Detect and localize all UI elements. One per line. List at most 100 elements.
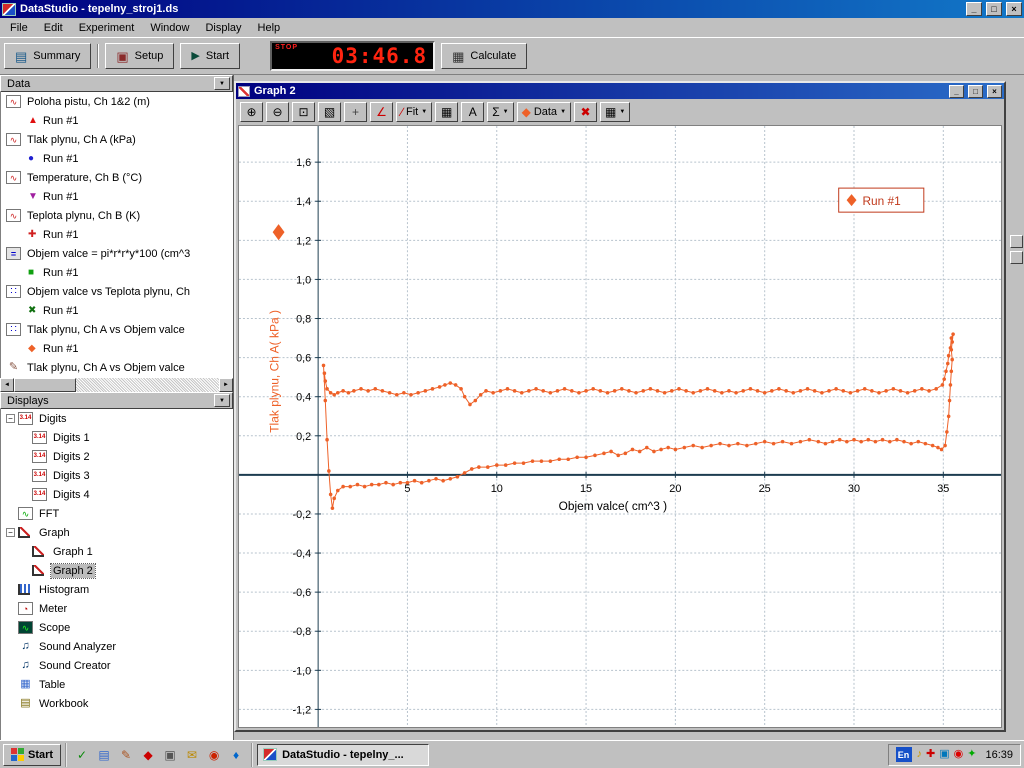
fit-menu[interactable]: ∕Fit▼ [396,102,432,122]
menu-help[interactable]: Help [250,20,289,36]
graph-window-titlebar[interactable]: Graph 2 _ □ × [236,83,1004,99]
data-item-tlak-plynu-ch-a-vs-objem-valce[interactable]: ✎Tlak plynu, Ch A vs Objem valce [1,358,233,377]
display-item-meter[interactable]: ◔Meter [1,599,233,618]
taskbar-clock[interactable]: 16:39 [981,749,1013,761]
remove-tool[interactable]: ✖ [574,102,597,122]
run-item[interactable]: ●Run #1 [1,149,233,168]
run-item[interactable]: ■Run #1 [1,263,233,282]
data-item-objem-valce-pi-r-r-y-100-cm-3[interactable]: =Objem valce = pi*r*r*y*100 (cm^3 [1,244,233,263]
display-item-histogram[interactable]: Histogram [1,580,233,599]
data-panel-menu-button[interactable]: ▼ [214,77,230,90]
quick-launch-bar: ✓▤✎◆▣✉◉♦ [65,743,253,767]
zoom-in-tool[interactable]: ⊕ [240,102,263,122]
quick-launch-icon-3[interactable]: ✎ [116,745,136,765]
run-item[interactable]: ▼Run #1 [1,187,233,206]
display-item-digits-3[interactable]: 3.14Digits 3 [1,466,233,485]
tray-icon-5[interactable]: ✦ [967,749,976,760]
scrollbar-track[interactable] [14,378,219,392]
display-item-digits-4[interactable]: 3.14Digits 4 [1,485,233,504]
graph-settings-menu[interactable]: ▦▼ [600,102,630,122]
display-item-digits-2[interactable]: 3.14Digits 2 [1,447,233,466]
mdi-area: Graph 2 _ □ × ⊕⊖⊡▧+∠∕Fit▼▦AΣ▼◆Data▼✖▦▼ 5… [234,75,1024,740]
displays-panel-menu-button[interactable]: ▼ [214,394,230,407]
tray-icon-2[interactable]: ✚ [926,749,935,760]
tray-icon-4[interactable]: ◉ [954,749,964,760]
quick-launch-icon-8[interactable]: ♦ [226,745,246,765]
svg-text:20: 20 [669,483,681,495]
data-item-teplota-plynu-ch-b-k[interactable]: ∿Teplota plynu, Ch B (K) [1,206,233,225]
scroll-right-button[interactable]: ► [219,378,233,392]
run-label: Run #1 [43,267,78,279]
menu-display[interactable]: Display [197,20,249,36]
smart-tool[interactable]: + [344,102,367,122]
zoom-select-tool[interactable]: ⊡ [292,102,315,122]
maximize-button[interactable]: □ [986,2,1002,16]
data-panel-header[interactable]: Data ▼ [0,75,233,92]
scroll-left-button[interactable]: ◄ [0,378,14,392]
data-item-temperature-ch-b-c[interactable]: ∿Temperature, Ch B (°C) [1,168,233,187]
taskbar-task-button[interactable]: DataStudio - tepelny_... [257,744,429,766]
display-item-fft[interactable]: ∿FFT [1,504,233,523]
background-window-fragment[interactable] [1010,251,1023,264]
background-window-fragment[interactable] [1010,235,1023,248]
calculate-tool[interactable]: ▦ [435,102,458,122]
tray-icon-1[interactable]: ♪ [917,749,923,760]
displays-panel-header[interactable]: Displays ▼ [0,392,233,409]
display-item-digits-1[interactable]: 3.14Digits 1 [1,428,233,447]
slope-tool[interactable]: ∠ [370,102,393,122]
data-item-tlak-plynu-ch-a-kpa[interactable]: ∿Tlak plynu, Ch A (kPa) [1,130,233,149]
menu-file[interactable]: File [2,20,36,36]
calculate-button[interactable]: ▦ Calculate [441,43,527,69]
statistics-menu[interactable]: Σ▼ [487,102,513,122]
quick-launch-icon-1[interactable]: ✓ [72,745,92,765]
graph-maximize-button[interactable]: □ [968,85,983,98]
app-icon [2,3,16,16]
plot-area[interactable]: 5101520253035-1,2-1,0-0,8-0,6-0,4-0,20,2… [238,125,1002,728]
run-item[interactable]: ▲Run #1 [1,111,233,130]
display-item-digits[interactable]: −3.14Digits [1,409,233,428]
scrollbar-thumb[interactable] [14,378,76,392]
start-menu-button[interactable]: Start [3,744,61,766]
data-menu[interactable]: ◆Data▼ [517,102,571,122]
data-panel-hscrollbar[interactable]: ◄ ► [0,378,233,392]
data-item-label: Poloha pistu, Ch 1&2 (m) [25,95,152,109]
data-item-objem-valce-vs-teplota-plynu-c[interactable]: ∷Objem valce vs Teplota plynu, Ch [1,282,233,301]
start-button[interactable]: ▶ Start [180,43,240,69]
align-axes-tool[interactable]: ▧ [318,102,341,122]
window-titlebar[interactable]: DataStudio - tepelny_stroj1.ds _ □ × [0,0,1024,18]
quick-launch-icon-6[interactable]: ✉ [182,745,202,765]
menu-edit[interactable]: Edit [36,20,71,36]
graph-close-button[interactable]: × [987,85,1002,98]
quick-launch-icon-2[interactable]: ▤ [94,745,114,765]
graph-plot[interactable]: 5101520253035-1,2-1,0-0,8-0,6-0,4-0,20,2… [239,126,1001,727]
text-tool[interactable]: A [461,102,484,122]
display-item-graph[interactable]: −Graph [1,523,233,542]
close-button[interactable]: × [1006,2,1022,16]
graph-minimize-button[interactable]: _ [949,85,964,98]
display-item-sound-creator[interactable]: ♫Sound Creator [1,656,233,675]
data-item-tlak-plynu-ch-a-vs-objem-valce[interactable]: ∷Tlak plynu, Ch A vs Objem valce [1,320,233,339]
language-indicator[interactable]: En [896,747,912,762]
menu-experiment[interactable]: Experiment [71,20,143,36]
quick-launch-icon-4[interactable]: ◆ [138,745,158,765]
summary-button[interactable]: ▤ Summary [4,43,91,69]
setup-button[interactable]: ▣ Setup [105,43,174,69]
run-item[interactable]: ✖Run #1 [1,301,233,320]
quick-launch-icon-7[interactable]: ◉ [204,745,224,765]
run-item[interactable]: ◆Run #1 [1,339,233,358]
display-item-scope[interactable]: ∿Scope [1,618,233,637]
quick-launch-icon-5[interactable]: ▣ [160,745,180,765]
minimize-button[interactable]: _ [966,2,982,16]
run-item[interactable]: ✚Run #1 [1,225,233,244]
display-item-sound-analyzer[interactable]: ♫Sound Analyzer [1,637,233,656]
menu-window[interactable]: Window [142,20,197,36]
collapse-icon[interactable]: − [6,414,15,423]
display-item-graph-1[interactable]: Graph 1 [1,542,233,561]
tray-icon-3[interactable]: ▣ [939,749,949,760]
display-item-graph-2[interactable]: Graph 2 [1,561,233,580]
display-item-table[interactable]: ▦Table [1,675,233,694]
collapse-icon[interactable]: − [6,528,15,537]
zoom-out-tool[interactable]: ⊖ [266,102,289,122]
data-item-poloha-pistu-ch-1-2-m[interactable]: ∿Poloha pistu, Ch 1&2 (m) [1,92,233,111]
display-item-workbook[interactable]: ▤Workbook [1,694,233,713]
